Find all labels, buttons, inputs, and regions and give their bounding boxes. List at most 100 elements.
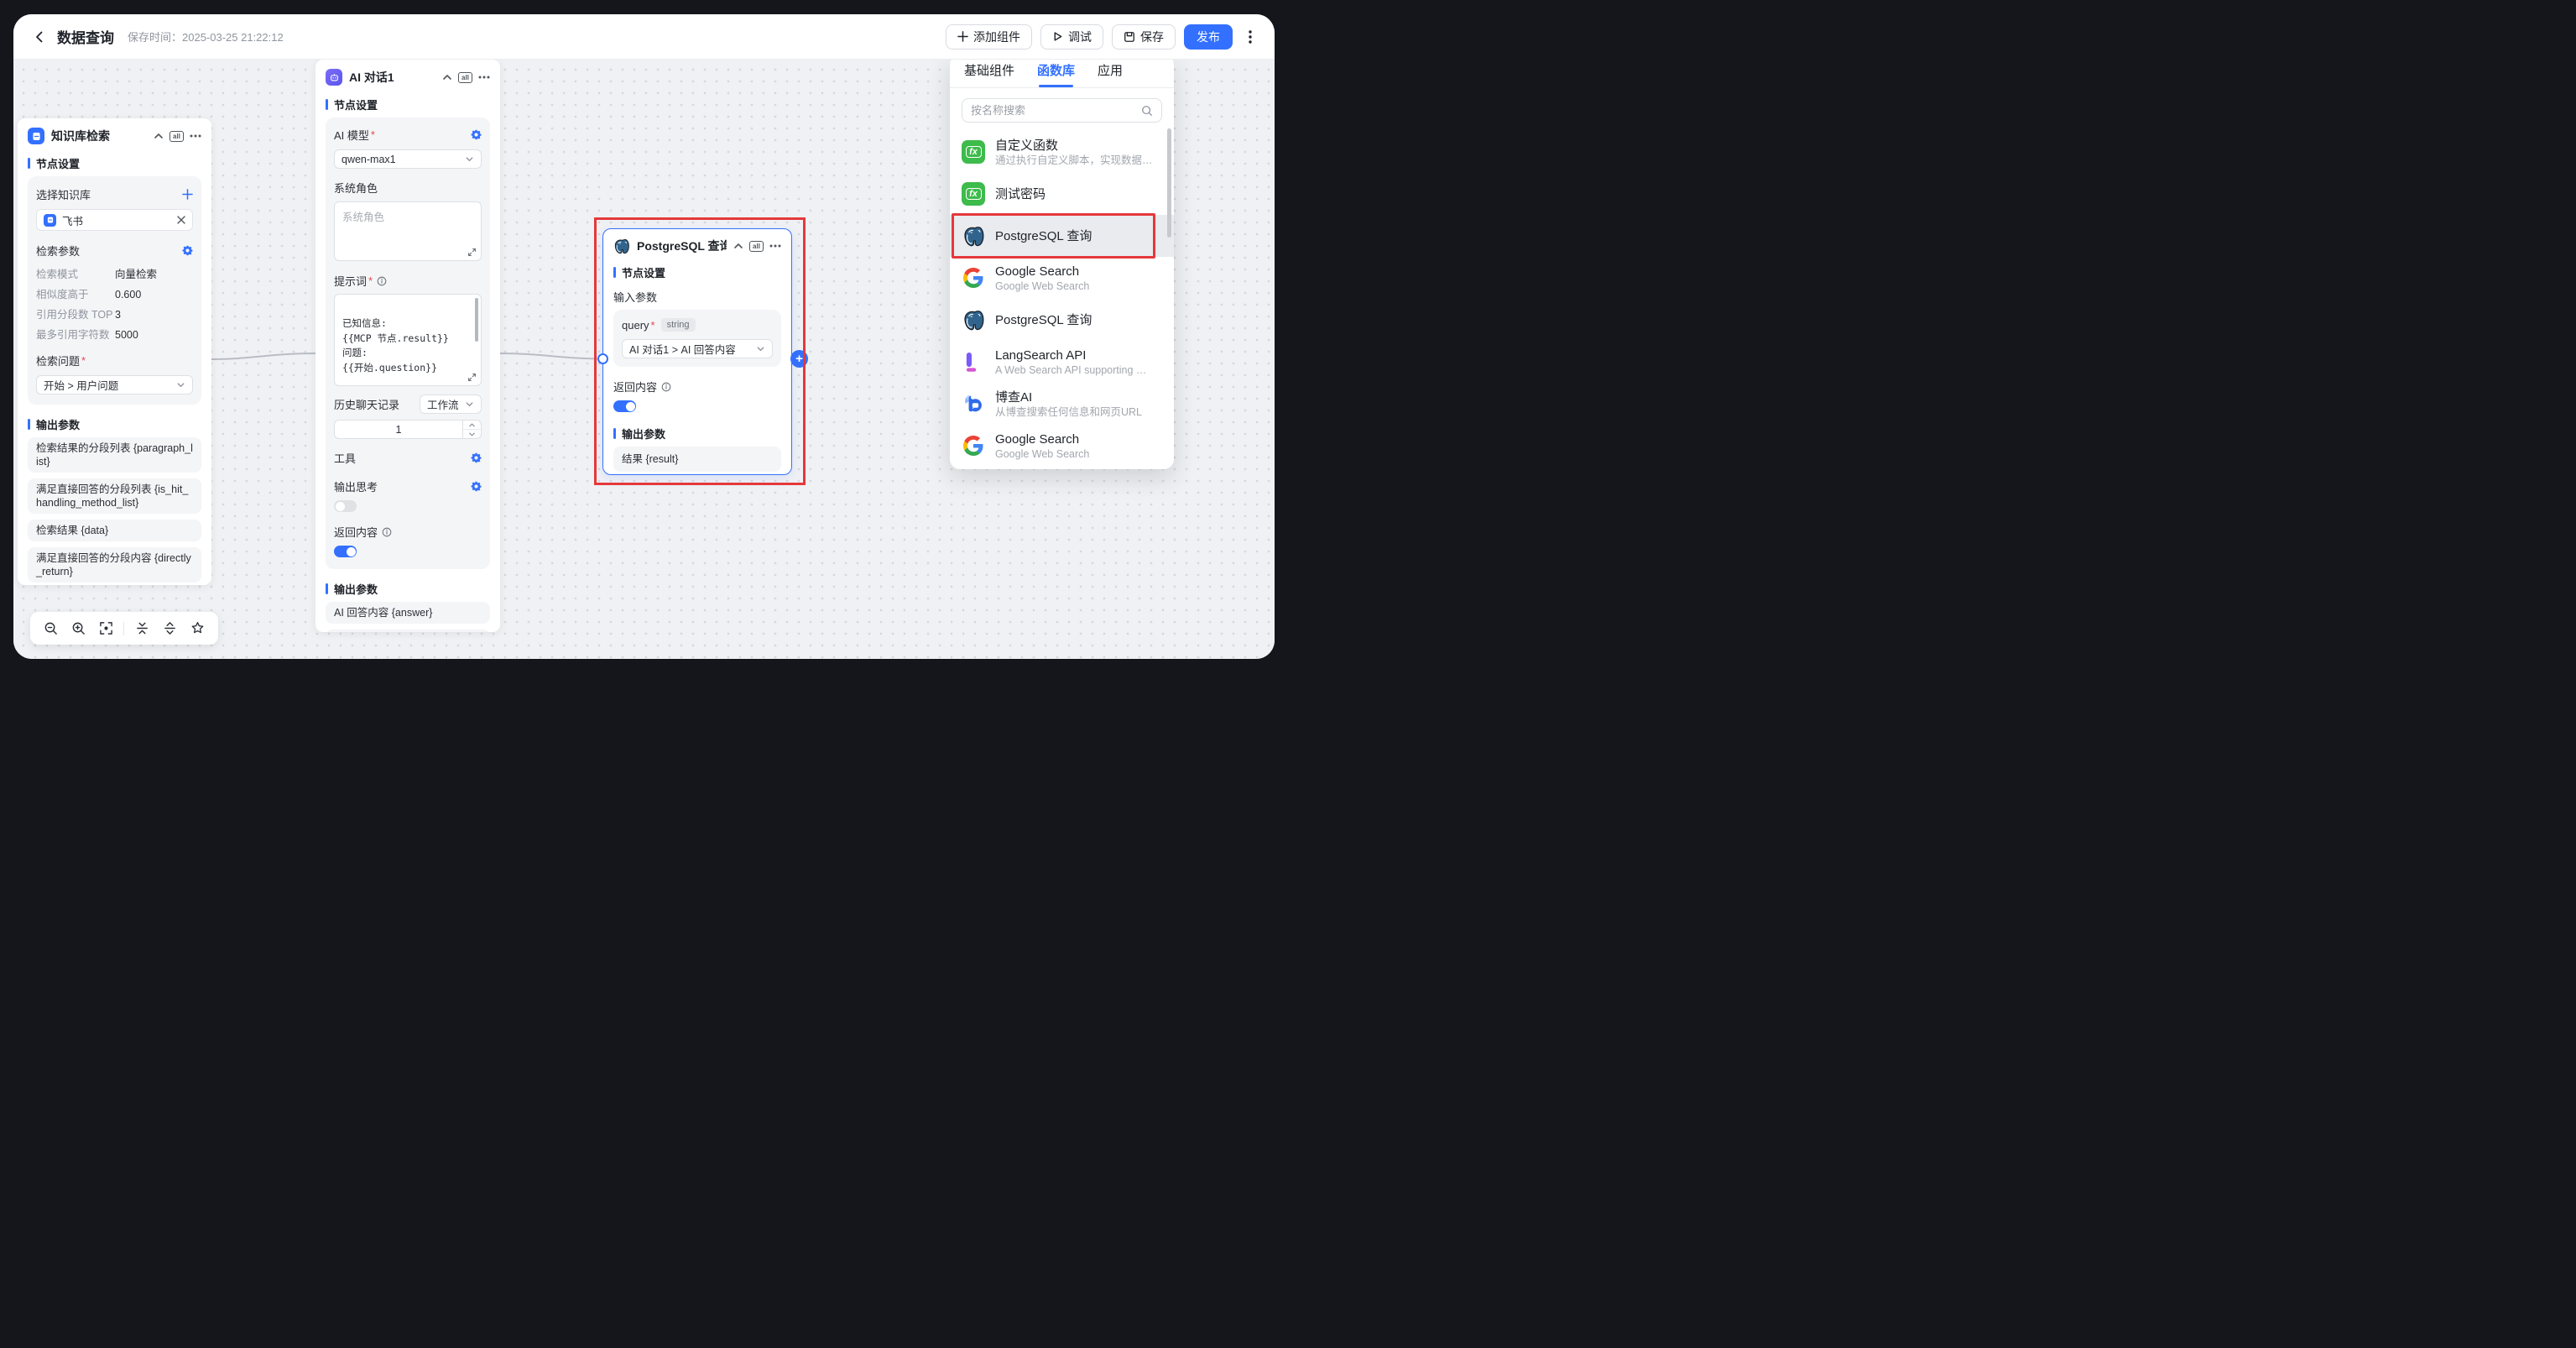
- toolbar-divider: [123, 622, 124, 635]
- section-node-settings: 节点设置: [315, 91, 500, 118]
- zoom-in-button[interactable]: [68, 619, 88, 639]
- node-postgres-query[interactable]: PostgreSQL 查询 all 节点设置 输入参数 query* strin…: [602, 228, 792, 475]
- canvas-toolbar: [30, 612, 218, 645]
- zoom-in-icon: [71, 621, 86, 635]
- search-icon: [1141, 105, 1153, 117]
- search-input[interactable]: [971, 104, 1136, 117]
- collapse-icon[interactable]: [442, 72, 452, 82]
- node-title: 知识库检索: [51, 128, 110, 144]
- run-data-icon[interactable]: all: [169, 131, 184, 142]
- screen: 数据查询 保存时间：2025-03-25 21:22:12 添加组件 调试 保存…: [0, 0, 1288, 674]
- publish-button[interactable]: 发布: [1184, 24, 1233, 50]
- stepper-down[interactable]: [463, 429, 481, 438]
- thinking-toggle[interactable]: [334, 500, 357, 512]
- param-row: 最多引用字符数5000: [36, 327, 193, 342]
- google-icon: [962, 434, 985, 457]
- tab-apps[interactable]: 应用: [1098, 61, 1123, 87]
- node-header: AI 对话1 all: [315, 60, 500, 91]
- postgresql-icon: [962, 308, 985, 332]
- expand-nodes-button[interactable]: [160, 619, 180, 639]
- node-knowledge-retrieval[interactable]: 知识库检索 all 节点设置 选择知识库 飞书: [18, 118, 211, 585]
- node-more-icon[interactable]: [769, 244, 781, 248]
- return-content-toggle[interactable]: [334, 546, 357, 557]
- model-settings-gear-icon[interactable]: [471, 129, 482, 140]
- back-button[interactable]: [29, 26, 50, 48]
- node-header: 知识库检索 all: [18, 118, 211, 150]
- node-header-actions: all: [733, 241, 781, 252]
- chevron-down-icon: [756, 344, 765, 353]
- query-value-select[interactable]: AI 对话1 > AI 回答内容: [622, 339, 773, 358]
- tools-gear-icon[interactable]: [471, 452, 482, 463]
- input-port[interactable]: [597, 353, 608, 364]
- output-row: AI 回答内容 {answer}: [326, 602, 490, 624]
- ai-chat-icon: [326, 69, 342, 86]
- google-icon: [962, 266, 985, 290]
- add-component-button[interactable]: 添加组件: [946, 24, 1032, 50]
- knowledge-base-icon: [28, 128, 44, 144]
- stepper-up[interactable]: [463, 421, 481, 429]
- run-data-icon[interactable]: all: [458, 72, 472, 83]
- collapse-icon[interactable]: [733, 241, 743, 251]
- zoom-out-button[interactable]: [40, 619, 60, 639]
- node-ai-chat[interactable]: AI 对话1 all 节点设置 AI 模型* qwen-max1: [315, 60, 500, 632]
- tab-basic-components[interactable]: 基础组件: [964, 61, 1014, 87]
- kb-chip[interactable]: 飞书: [36, 209, 193, 231]
- history-label: 历史聊天记录: [334, 396, 399, 412]
- return-content-toggle[interactable]: [613, 400, 636, 412]
- langsearch-icon: [962, 350, 985, 374]
- node-more-icon[interactable]: [190, 134, 201, 138]
- collapse-icon[interactable]: [154, 131, 164, 141]
- expand-icon[interactable]: [467, 373, 477, 382]
- list-item-postgresql-query[interactable]: PostgreSQL 查询: [950, 299, 1174, 341]
- list-item-langsearch-api[interactable]: LangSearch APIA Web Search API supportin…: [950, 341, 1174, 383]
- add-kb-icon[interactable]: [182, 189, 193, 200]
- node-header: PostgreSQL 查询 all: [603, 229, 791, 259]
- retrieve-params-gear-icon[interactable]: [182, 245, 193, 256]
- run-data-icon[interactable]: all: [749, 241, 764, 252]
- section-outputs: 输出参数: [603, 421, 791, 447]
- node-more-icon[interactable]: [478, 76, 490, 79]
- app-window: 数据查询 保存时间：2025-03-25 21:22:12 添加组件 调试 保存…: [13, 14, 1275, 659]
- list-item-test-password[interactable]: fx 测试密码: [950, 173, 1174, 215]
- thinking-gear-icon[interactable]: [471, 481, 482, 492]
- collapse-nodes-button[interactable]: [133, 619, 153, 639]
- section-node-settings: 节点设置: [18, 150, 211, 176]
- play-icon: [1052, 31, 1063, 42]
- output-row: 满足直接回答的分段内容 {directly_return}: [28, 547, 201, 583]
- list-item-google-search[interactable]: Google SearchGoogle Web Search: [950, 425, 1174, 467]
- history-mode-select[interactable]: 工作流: [420, 394, 482, 414]
- star-icon: [190, 621, 205, 635]
- ai-settings-panel: AI 模型* qwen-max1 系统角色: [326, 118, 490, 569]
- more-menu-button[interactable]: [1241, 26, 1259, 48]
- prompt-input[interactable]: 已知信息: {{MCP 节点.result}} 问题: {{开始.questio…: [334, 294, 482, 386]
- prompt-label: 提示词: [334, 273, 367, 289]
- add-next-node-button[interactable]: +: [790, 350, 808, 368]
- remove-kb-icon[interactable]: [177, 216, 185, 224]
- list-item-google-search[interactable]: Google SearchGoogle Web Search: [950, 257, 1174, 299]
- model-select[interactable]: qwen-max1: [334, 149, 482, 169]
- prompt-scrollbar[interactable]: [475, 298, 478, 342]
- question-source-select[interactable]: 开始 > 用户问题: [36, 375, 193, 394]
- system-role-input[interactable]: [335, 202, 481, 260]
- page-title: 数据查询: [57, 26, 114, 47]
- node-title: AI 对话1: [349, 69, 394, 86]
- system-role-box: [334, 201, 482, 261]
- list-item-bocha-ai[interactable]: 博查AI从博查搜索任何信息和网页URL: [950, 383, 1174, 425]
- history-rounds-input[interactable]: [335, 424, 462, 436]
- list-item-postgresql-query-highlighted[interactable]: PostgreSQL 查询: [950, 215, 1174, 257]
- save-button[interactable]: 保存: [1112, 24, 1176, 50]
- question-label: 检索问题: [36, 353, 80, 368]
- beautify-layout-button[interactable]: [188, 619, 208, 639]
- panel-scrollbar[interactable]: [1167, 128, 1171, 238]
- tab-function-library[interactable]: 函数库: [1037, 61, 1075, 87]
- panel-tabs: 基础组件 函数库 应用: [950, 55, 1174, 88]
- kb-chip-name: 飞书: [62, 212, 83, 228]
- history-rounds-field: [334, 420, 482, 439]
- section-outputs: 输出参数: [315, 576, 500, 602]
- debug-button[interactable]: 调试: [1040, 24, 1103, 50]
- return-content-label: 返回内容: [613, 379, 657, 394]
- list-item-custom-function[interactable]: fx 自定义函数通过执行自定义脚本，实现数据处理: [950, 131, 1174, 173]
- kb-chip-icon: [44, 214, 56, 227]
- expand-icon[interactable]: [467, 248, 477, 257]
- fit-view-button[interactable]: [96, 619, 116, 639]
